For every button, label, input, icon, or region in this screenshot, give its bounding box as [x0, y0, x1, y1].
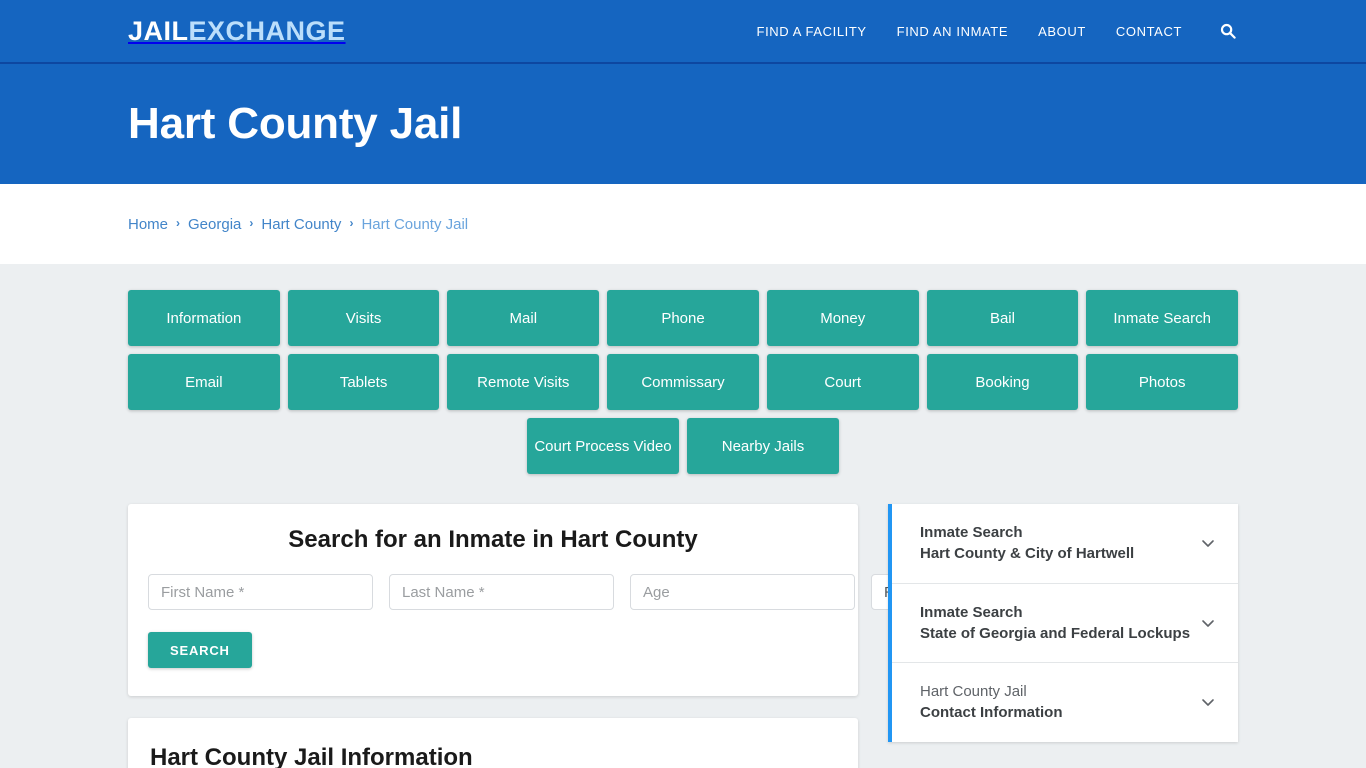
chevron-right-icon: ›: [349, 216, 354, 230]
tile-button-tablets[interactable]: Tablets: [287, 354, 440, 410]
first-name-input[interactable]: [148, 574, 373, 610]
facility-section-nav: Information Visits Mail Phone Money Bail…: [128, 290, 1239, 474]
breadcrumb-item-hart-county[interactable]: Hart County: [261, 216, 341, 233]
facility-nav-row-2: Email Tablets Remote Visits Commissary C…: [128, 354, 1239, 410]
chevron-right-icon: ›: [249, 216, 254, 230]
tile-button-information[interactable]: Information: [128, 290, 280, 346]
nav-item-find-an-inmate[interactable]: FIND AN INMATE: [897, 24, 1008, 39]
main-content: Information Visits Mail Phone Money Bail…: [0, 264, 1366, 768]
logo-text-secondary: EXCHANGE: [188, 15, 346, 46]
accordion-item-text: Inmate Search State of Georgia and Feder…: [920, 602, 1190, 645]
hero-banner: Hart County Jail: [0, 64, 1366, 184]
inmate-search-card: Search for an Inmate in Hart County Race…: [128, 504, 1031, 696]
tile-button-remote-visits[interactable]: Remote Visits: [447, 354, 600, 410]
search-card-title: Search for an Inmate in Hart County: [288, 526, 698, 553]
accordion-item-inmate-search-state[interactable]: Inmate Search State of Georgia and Feder…: [892, 584, 1238, 664]
tile-button-court[interactable]: Court: [766, 354, 919, 410]
tile-button-mail[interactable]: Mail: [447, 290, 600, 346]
tile-button-nearby-jails[interactable]: Nearby Jails: [687, 418, 839, 474]
sidebar-accordion: Inmate Search Hart County & City of Hart…: [888, 504, 1238, 742]
jail-information-card: Hart County Jail Information: [128, 718, 858, 768]
sidebar: Inmate Search Hart County & City of Hart…: [888, 504, 1238, 742]
main-navigation: FIND A FACILITY FIND AN INMATE ABOUT CON…: [757, 21, 1238, 41]
accordion-item-subtitle: State of Georgia and Federal Lockups: [920, 624, 1191, 642]
breadcrumb-item-home[interactable]: Home: [128, 216, 168, 233]
chevron-down-icon: [1200, 694, 1216, 710]
tile-button-inmate-search[interactable]: Inmate Search: [1086, 290, 1239, 346]
tile-button-photos[interactable]: Photos: [1086, 354, 1239, 410]
breadcrumb-item-current: Hart County Jail: [361, 215, 469, 233]
tile-button-money[interactable]: Money: [766, 290, 919, 346]
accordion-item-text: Inmate Search Hart County & City of Hart…: [920, 522, 1134, 565]
accordion-item-subtitle: Contact Information: [920, 704, 1063, 722]
last-name-input[interactable]: [389, 574, 614, 610]
accordion-item-text: Hart County Jail Contact Information: [920, 681, 1063, 724]
search-button[interactable]: SEARCH: [148, 632, 252, 668]
accordion-item-contact-information[interactable]: Hart County Jail Contact Information: [892, 663, 1238, 742]
logo-text-primary: JAIL: [128, 15, 189, 46]
main-column: Search for an Inmate in Hart County Race…: [128, 504, 1031, 768]
nav-item-find-a-facility[interactable]: FIND A FACILITY: [757, 24, 867, 39]
nav-item-about[interactable]: ABOUT: [1038, 24, 1086, 39]
accordion-item-subtitle: Hart County & City of Hartwell: [920, 545, 1135, 563]
page-title: Hart County Jail: [128, 98, 463, 148]
accordion-item-title: Inmate Search: [920, 524, 1023, 541]
age-input[interactable]: [630, 574, 855, 610]
tile-button-bail[interactable]: Bail: [926, 290, 1079, 346]
tile-button-phone[interactable]: Phone: [607, 290, 759, 346]
accordion-item-inmate-search-county[interactable]: Inmate Search Hart County & City of Hart…: [892, 504, 1238, 584]
search-icon[interactable]: [1218, 21, 1238, 41]
facility-nav-row-3: Court Process Video Nearby Jails: [128, 418, 1238, 474]
nav-item-contact[interactable]: CONTACT: [1116, 24, 1182, 39]
accordion-item-title: Hart County Jail: [920, 683, 1027, 701]
jail-information-title: Hart County Jail Information: [150, 744, 473, 768]
tile-button-commissary[interactable]: Commissary: [607, 354, 759, 410]
chevron-down-icon: [1200, 615, 1216, 631]
tile-button-booking[interactable]: Booking: [926, 354, 1079, 410]
breadcrumb-bar: Home › Georgia › Hart County › Hart Coun…: [0, 184, 1366, 264]
tile-button-court-process-video[interactable]: Court Process Video: [527, 418, 679, 474]
search-form-fields: Race: [148, 574, 1031, 610]
chevron-right-icon: ›: [176, 216, 181, 230]
facility-nav-row-1: Information Visits Mail Phone Money Bail…: [128, 290, 1239, 346]
site-header: JAILEXCHANGE FIND A FACILITY FIND AN INM…: [0, 0, 1366, 64]
tile-button-email[interactable]: Email: [128, 354, 280, 410]
accordion-item-title: Inmate Search: [920, 603, 1023, 621]
breadcrumb: Home › Georgia › Hart County › Hart Coun…: [128, 216, 468, 233]
site-logo[interactable]: JAILEXCHANGE: [128, 15, 346, 46]
content-columns: Search for an Inmate in Hart County Race…: [128, 504, 1238, 768]
breadcrumb-item-georgia[interactable]: Georgia: [188, 216, 241, 233]
tile-button-visits[interactable]: Visits: [287, 290, 440, 346]
chevron-down-icon: [1200, 535, 1216, 551]
